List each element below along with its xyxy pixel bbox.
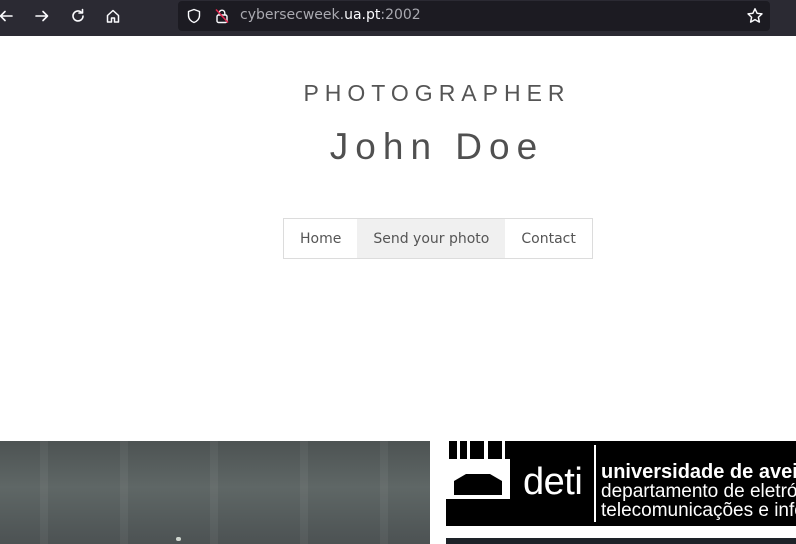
url-port: :2002 [380, 7, 421, 23]
bookmark-star-icon[interactable] [746, 7, 764, 25]
photo-detail [176, 537, 181, 541]
back-icon[interactable] [0, 4, 20, 28]
photo-streak [380, 441, 388, 544]
url-host: ua.pt [344, 7, 381, 23]
site-title: John Doe [329, 126, 545, 167]
reload-icon[interactable] [64, 4, 92, 28]
deti-wordmark: deti [523, 461, 583, 503]
photo-streak [300, 441, 308, 544]
photo-tile-bottom[interactable] [446, 538, 796, 544]
banner-line-department: departamento de eletrónica [601, 481, 796, 502]
site-subtitle: PHOTOGRAPHER [303, 80, 571, 106]
main-menu: Home Send your photo Contact [283, 218, 593, 259]
menu-item-send-photo[interactable]: Send your photo [357, 219, 506, 258]
deti-logo-icon [446, 441, 510, 499]
photo-streak [120, 441, 128, 544]
deti-banner[interactable]: deti universidade de aveiro departamento… [446, 441, 796, 526]
url-bar[interactable]: cybersecweek.ua.pt:2002 [178, 1, 770, 31]
menu-item-contact[interactable]: Contact [505, 219, 591, 258]
insecure-lock-icon[interactable] [214, 8, 230, 24]
banner-line-university: universidade de aveiro [601, 461, 796, 483]
photo-streak [210, 441, 218, 544]
shield-icon[interactable] [186, 8, 202, 24]
photo-streak [40, 441, 48, 544]
browser-toolbar: cybersecweek.ua.pt:2002 [0, 0, 796, 36]
banner-line-telecom: telecomunicações e informática [601, 500, 796, 521]
menu-item-home[interactable]: Home [284, 219, 357, 258]
banner-divider [594, 445, 596, 522]
url-text[interactable]: cybersecweek.ua.pt:2002 [240, 7, 421, 23]
banner-text: universidade de aveiro departamento de e… [601, 462, 796, 520]
forward-icon[interactable] [28, 4, 56, 28]
home-icon[interactable] [99, 4, 127, 28]
photo-tile[interactable] [0, 441, 430, 544]
url-prefix: cybersecweek. [240, 7, 345, 23]
